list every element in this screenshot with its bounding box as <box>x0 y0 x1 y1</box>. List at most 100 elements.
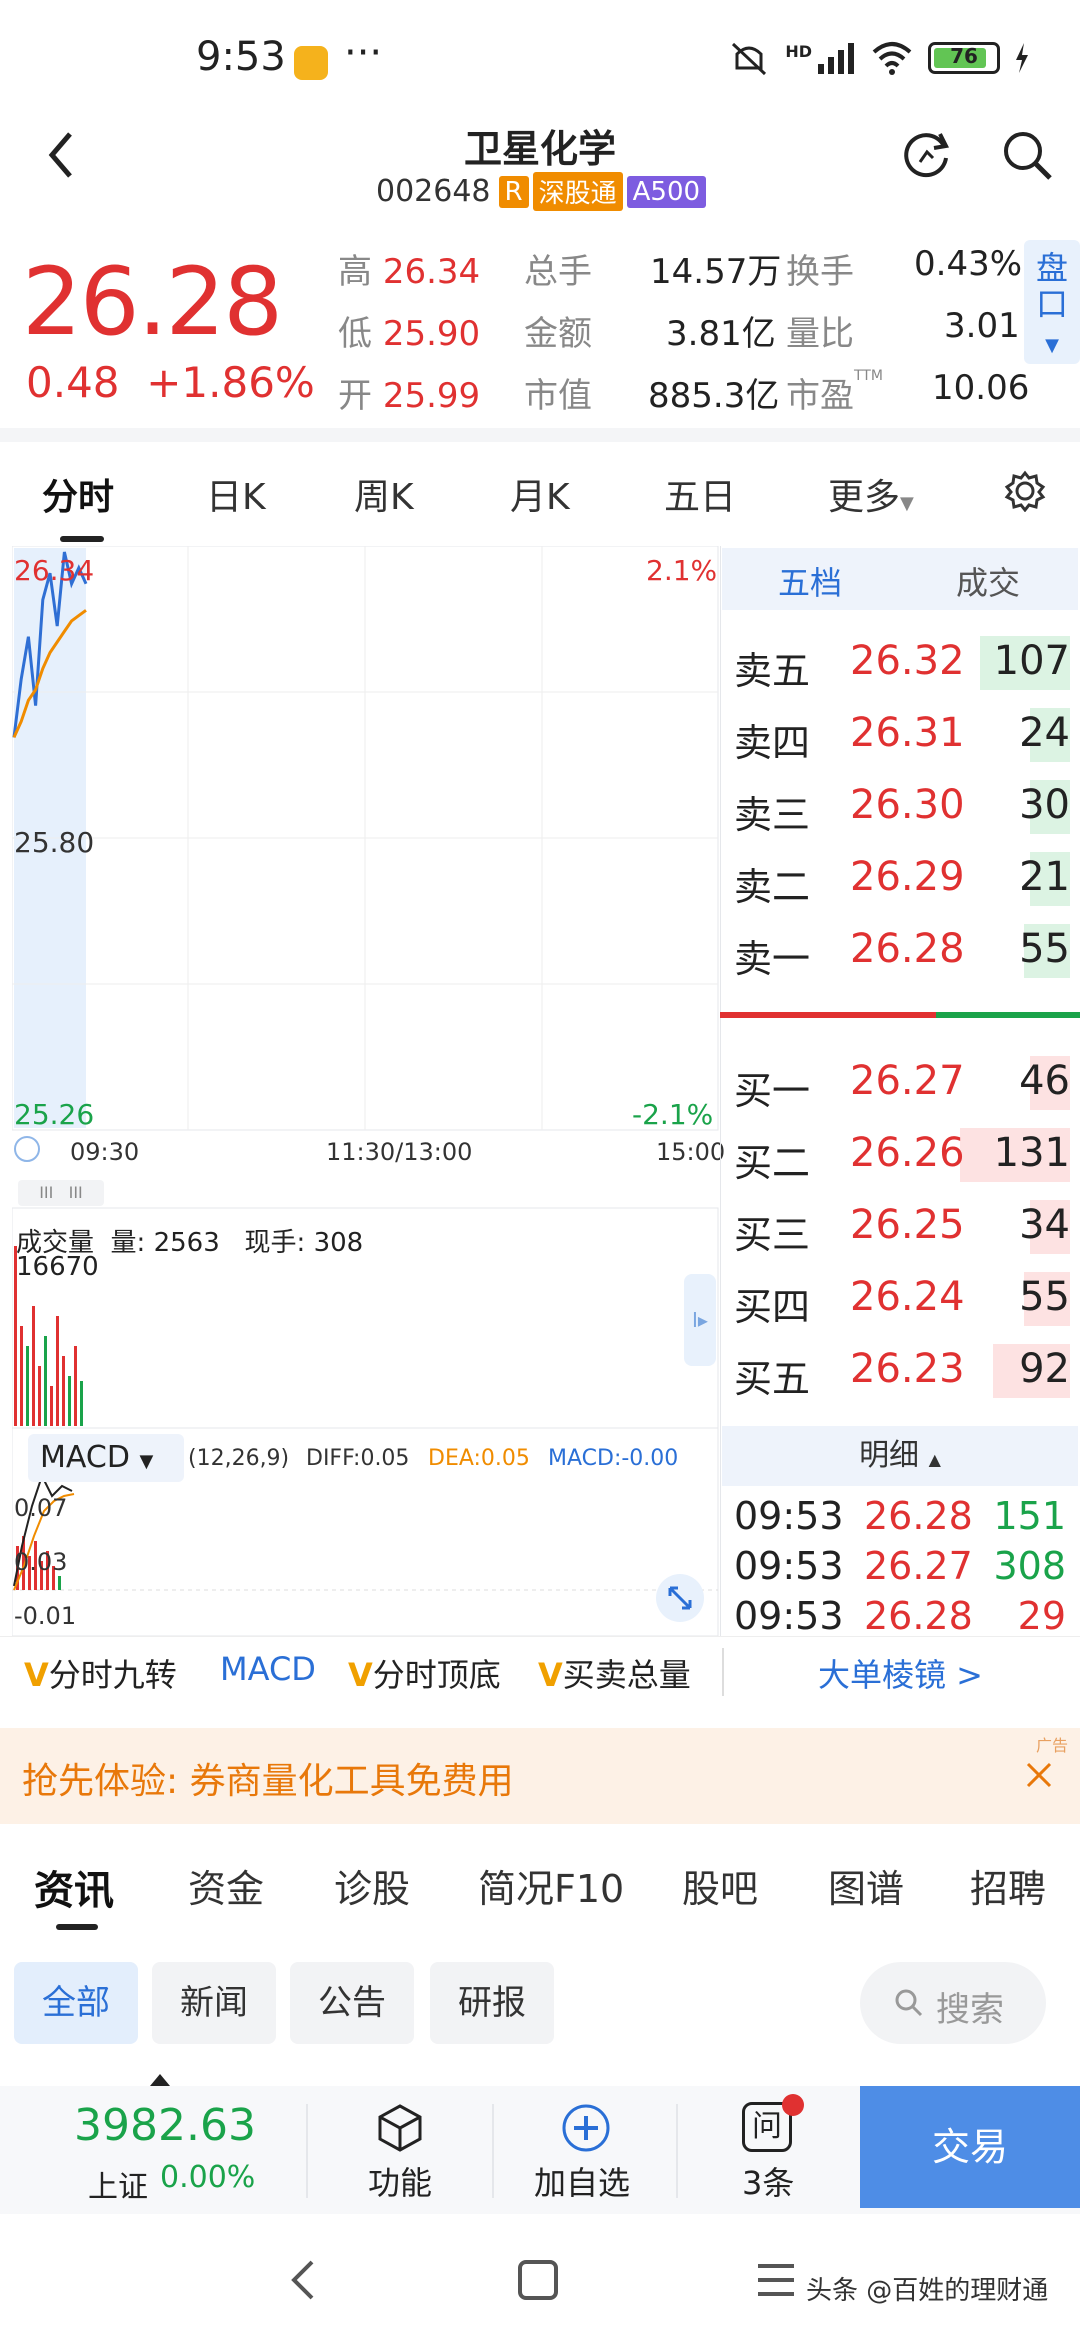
bid-row[interactable]: 买三 26.25 34 <box>720 1194 1080 1264</box>
turnover-label: 换手 <box>786 252 854 292</box>
macd-dea: DEA:0.05 <box>428 1446 530 1471</box>
index-value[interactable]: 3982.63 <box>74 2100 256 2151</box>
more-dots-icon: ··· <box>344 30 383 76</box>
wifi-icon <box>872 42 912 75</box>
bid-volume: 131 <box>993 1130 1070 1176</box>
ask-level-label: 卖一 <box>734 937 811 981</box>
search-icon[interactable] <box>1000 128 1054 182</box>
index-change: 0.00% <box>160 2160 256 2195</box>
filter-announcement[interactable]: 公告 <box>290 1962 414 2044</box>
expand-side-icon[interactable]: I▸ <box>684 1274 716 1366</box>
filter-research[interactable]: 研报 <box>430 1962 554 2044</box>
crosshair-toggle-icon[interactable] <box>14 1136 40 1162</box>
bid-row[interactable]: 买二 26.26 131 <box>720 1122 1080 1192</box>
pct-top: 2.1% <box>646 554 718 587</box>
ask-row[interactable]: 卖二 26.29 21 <box>720 846 1080 916</box>
divider <box>676 2104 678 2198</box>
ad-text[interactable]: 抢先体验: 券商量化工具免费用 <box>22 1752 514 1804</box>
tab-trades[interactable]: 成交 <box>956 558 1020 604</box>
chart-tabs: 分时 日K 周K 月K 五日 更多▼ <box>0 444 1080 544</box>
filter-all[interactable]: 全部 <box>14 1962 138 2044</box>
bid-row[interactable]: 买四 26.24 55 <box>720 1266 1080 1336</box>
nav-menu-icon[interactable] <box>756 2260 796 2300</box>
watermark: 头条 @百姓的理财通 <box>806 2276 1049 2306</box>
add-watchlist-button[interactable]: 加自选 <box>520 2086 650 2214</box>
macd-y-mid: 0.03 <box>14 1548 68 1576</box>
trade-button[interactable]: 交易 <box>860 2086 1080 2208</box>
news-search-input[interactable]: 搜索 <box>860 1962 1046 2044</box>
big-order-prism-link[interactable]: 大单棱镜 > <box>818 1650 983 1696</box>
tab-five-levels[interactable]: 五档 <box>778 558 842 604</box>
tab-more[interactable]: 更多▼ <box>828 468 914 520</box>
tab-daily-k[interactable]: 日K <box>206 468 266 520</box>
trade-time: 09:53 <box>734 1544 844 1588</box>
ask-row[interactable]: 卖五 26.32 107 <box>720 630 1080 700</box>
tab-graph[interactable]: 图谱 <box>828 1858 904 1913</box>
hd-label: HD <box>785 41 812 61</box>
macd-value: MACD:-0.00 <box>548 1446 679 1471</box>
bid-price: 26.23 <box>850 1346 965 1392</box>
status-bar: 9:53 ··· HD 76 <box>0 0 1080 120</box>
volume-label: 总手 <box>524 252 592 292</box>
trade-volume: 151 <box>993 1494 1066 1538</box>
tab-diagnose[interactable]: 诊股 <box>334 1858 410 1913</box>
function-button[interactable]: 功能 <box>340 2086 480 2214</box>
ask-row[interactable]: 卖四 26.31 24 <box>720 702 1080 772</box>
tab-weekly-k[interactable]: 周K <box>354 468 414 520</box>
filter-news[interactable]: 新闻 <box>152 1962 276 2044</box>
tab-jobs[interactable]: 招聘 <box>970 1858 1046 1913</box>
panel-resize-handle[interactable]: III III <box>18 1180 104 1206</box>
tab-f10[interactable]: 简况F10 <box>478 1858 624 1913</box>
current-price: 26.28 <box>22 248 283 357</box>
price-change: 0.48 +1.86% <box>26 358 315 407</box>
bid-level-label: 买三 <box>734 1213 811 1257</box>
bid-level-label: 买一 <box>734 1069 811 1113</box>
close-icon[interactable] <box>1024 1760 1054 1790</box>
bid-row[interactable]: 买五 26.23 92 <box>720 1338 1080 1408</box>
tab-five-day[interactable]: 五日 <box>664 468 736 520</box>
stock-code-row: 002648 R 深股通 A500 <box>376 172 707 211</box>
volume-max: 16670 <box>16 1252 99 1282</box>
index-name: 上证 <box>88 2170 148 2205</box>
bid-row[interactable]: 买一 26.27 46 <box>720 1050 1080 1120</box>
ask-level-label: 卖二 <box>734 865 811 909</box>
tag-r: R <box>498 175 529 208</box>
tab-news-info[interactable]: 资讯 <box>34 1858 114 1916</box>
nav-home-icon[interactable] <box>516 2258 560 2302</box>
nav-back-icon[interactable] <box>288 2258 318 2302</box>
pe-value: 10.06 <box>932 368 1030 408</box>
bid-level-label: 买五 <box>734 1357 811 1401</box>
bid-price: 26.25 <box>850 1202 965 1248</box>
tab-intraday[interactable]: 分时 <box>42 468 114 520</box>
high-stat: 高 26.34 <box>338 252 481 292</box>
indicator-macd[interactable]: MACD <box>220 1650 316 1688</box>
macd-selector[interactable]: MACD ▼ <box>28 1434 184 1482</box>
ask-row[interactable]: 卖三 26.30 30 <box>720 774 1080 844</box>
mute-icon <box>732 42 767 76</box>
time-mid: 11:30/13:00 <box>326 1138 473 1166</box>
signal-icon <box>818 43 854 74</box>
indicator-top-bottom[interactable]: V分时顶底 <box>348 1650 501 1696</box>
indicator-nine-turn[interactable]: V分时九转 <box>24 1650 177 1696</box>
tab-forum[interactable]: 股吧 <box>682 1858 758 1913</box>
indicator-buy-sell-total[interactable]: V买卖总量 <box>538 1650 691 1696</box>
tab-capital[interactable]: 资金 <box>188 1858 264 1913</box>
ask-volume: 107 <box>993 638 1070 684</box>
pe-label: 市盈TTM <box>786 368 883 416</box>
tab-underline <box>60 536 104 542</box>
ask-bid-ratio-bar-up <box>720 1012 936 1018</box>
ask-volume: 24 <box>1019 710 1070 756</box>
detail-toggle[interactable]: 明细 ▲ <box>722 1426 1078 1486</box>
battery-icon: 76 <box>928 42 1000 74</box>
pankou-toggle[interactable]: 盘口 ▼ <box>1024 240 1080 364</box>
ask-button[interactable]: 问 3条 <box>714 2086 824 2214</box>
search-icon <box>895 1989 923 2017</box>
settings-gear-icon[interactable] <box>1004 470 1046 512</box>
ask-row[interactable]: 卖一 26.28 55 <box>720 918 1080 988</box>
low-stat: 低 25.90 <box>338 314 481 354</box>
tab-monthly-k[interactable]: 月K <box>510 468 570 520</box>
bid-price: 26.27 <box>850 1058 965 1104</box>
refresh-icon[interactable] <box>900 128 954 182</box>
fullscreen-icon[interactable] <box>656 1574 704 1622</box>
ad-banner[interactable]: 抢先体验: 券商量化工具免费用 广告 <box>0 1728 1080 1824</box>
